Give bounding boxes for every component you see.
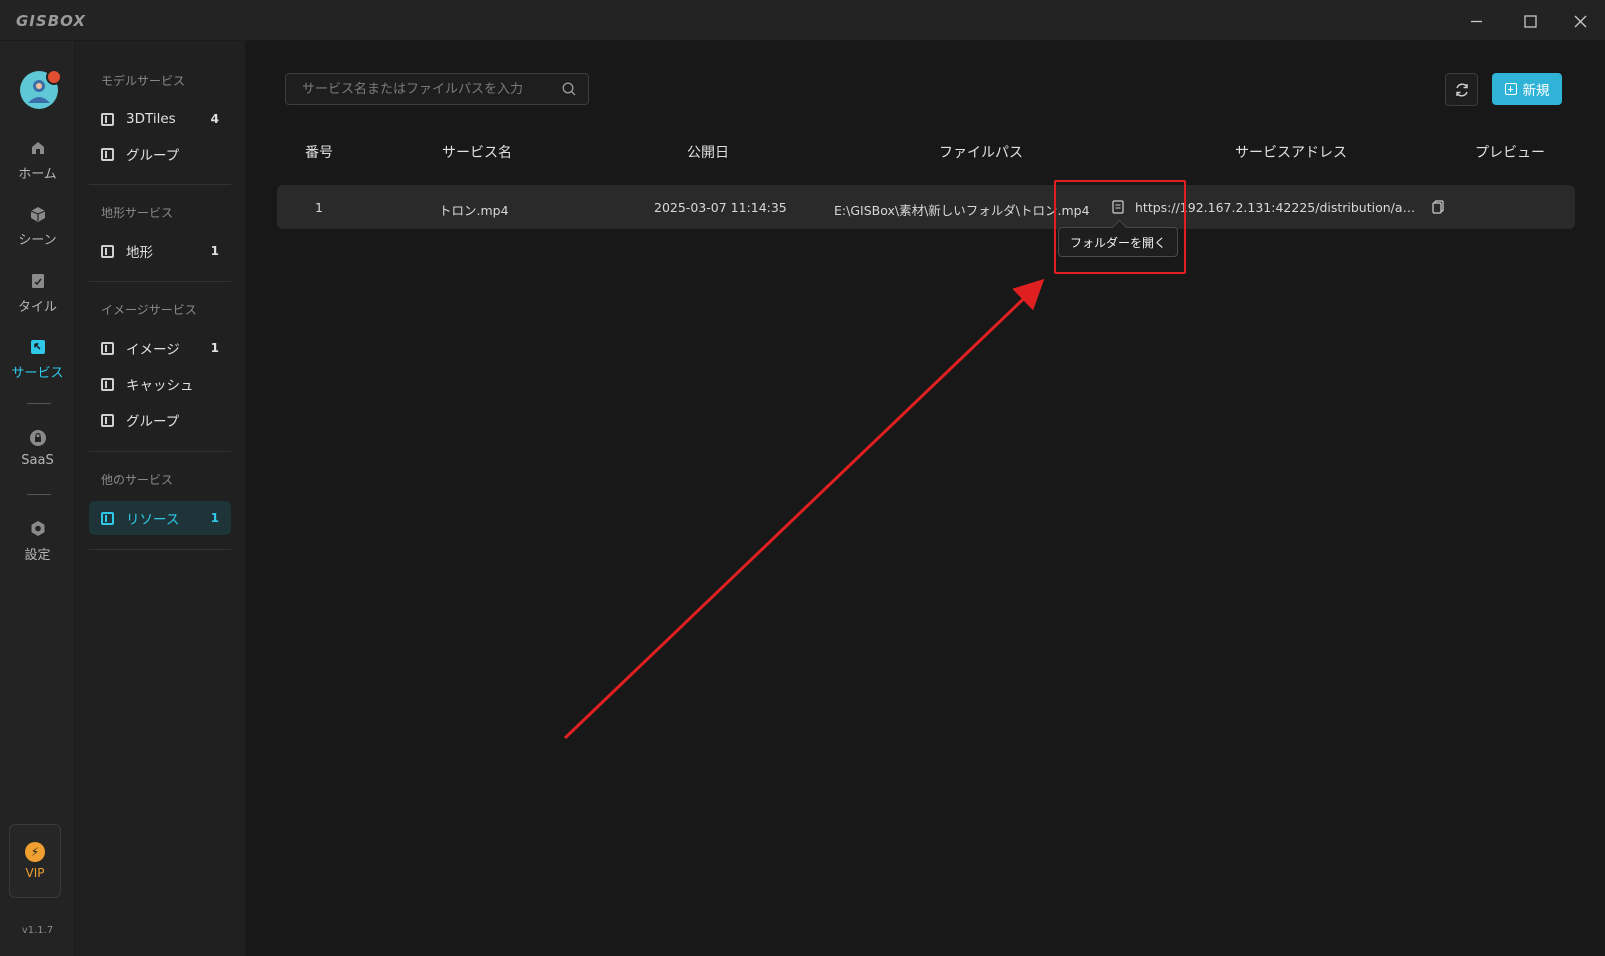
cube-icon — [30, 207, 45, 222]
home-icon — [31, 142, 44, 154]
service-sidebar: モデルサービス 3DTiles 4 グループ 地形サービス 地形 1 イメージサ… — [75, 41, 245, 956]
notification-badge[interactable] — [46, 69, 62, 85]
rail-item-tile[interactable]: タイル — [0, 272, 75, 328]
column-header-service-address: サービスアドレス — [1235, 145, 1347, 161]
rail-item-settings[interactable]: 設定 — [0, 520, 75, 576]
sidebar-item-model-group[interactable]: グループ — [89, 137, 231, 171]
column-header-number: 番号 — [305, 145, 333, 161]
sidebar-item-image-group[interactable]: グループ — [89, 403, 231, 437]
gear-icon — [31, 521, 44, 536]
refresh-button[interactable] — [1445, 73, 1478, 106]
title-bar: GISBOX — [0, 0, 1605, 41]
sidebar-divider — [89, 451, 231, 452]
section-title-model: モデルサービス — [101, 74, 186, 88]
rail-divider — [27, 494, 51, 495]
group-icon — [101, 147, 114, 161]
sidebar-divider — [89, 281, 231, 282]
icon-rail: ホーム シーン タイル サービス SaaS 設定 ⚡ VIP v1.1.7 — [0, 41, 75, 956]
new-button[interactable]: 新規 — [1492, 73, 1562, 105]
terrain-icon — [101, 244, 114, 258]
search-input[interactable] — [286, 74, 546, 104]
cell-date: 2025-03-07 11:14:35 — [654, 200, 787, 215]
column-header-date: 公開日 — [687, 145, 729, 161]
sidebar-item-resource[interactable]: リソース 1 — [89, 501, 231, 535]
tile-icon — [31, 274, 44, 288]
rail-item-saas[interactable]: SaaS — [0, 429, 75, 485]
version-label: v1.1.7 — [21, 925, 54, 936]
section-title-other: 他のサービス — [101, 473, 174, 487]
search-box — [285, 73, 589, 105]
tiles-icon — [101, 112, 114, 126]
app-logo: GISBOX — [16, 12, 86, 30]
section-title-terrain: 地形サービス — [101, 206, 174, 220]
image-icon — [101, 341, 114, 355]
minimize-icon[interactable] — [1463, 8, 1489, 34]
rail-item-scene[interactable]: シーン — [0, 205, 75, 261]
section-title-image: イメージサービス — [101, 303, 197, 317]
refresh-icon — [1455, 83, 1468, 96]
column-header-file-path: ファイルパス — [939, 145, 1023, 161]
close-icon[interactable] — [1567, 8, 1593, 34]
sidebar-item-cache[interactable]: キャッシュ — [89, 367, 231, 401]
cache-icon — [101, 377, 114, 391]
sidebar-item-image[interactable]: イメージ 1 — [89, 331, 231, 365]
cell-number: 1 — [315, 200, 323, 215]
copy-icon[interactable] — [1432, 200, 1444, 214]
lock-icon — [29, 430, 46, 446]
rail-item-service[interactable]: サービス — [0, 338, 75, 394]
column-header-preview: プレビュー — [1475, 145, 1545, 161]
sidebar-divider — [89, 549, 231, 550]
cell-file-path: E:\GISBox\素材\新しいフォルダ\トロン.mp4 — [834, 203, 1090, 218]
annotation-highlight-box — [1054, 180, 1186, 274]
column-header-service-name: サービス名 — [442, 145, 512, 161]
rail-divider — [27, 403, 51, 404]
vip-button[interactable]: ⚡ VIP — [9, 824, 61, 898]
service-icon — [30, 340, 45, 354]
rail-item-home[interactable]: ホーム — [0, 139, 75, 195]
plus-icon — [1504, 83, 1517, 95]
lightning-icon: ⚡ — [25, 842, 45, 862]
maximize-icon[interactable] — [1517, 8, 1543, 34]
resource-icon — [101, 511, 114, 525]
search-icon[interactable] — [562, 82, 576, 96]
cell-service-name: トロン.mp4 — [439, 203, 509, 218]
sidebar-divider — [89, 184, 231, 185]
sidebar-item-3dtiles[interactable]: 3DTiles 4 — [89, 102, 231, 136]
sidebar-item-terrain[interactable]: 地形 1 — [89, 234, 231, 268]
group-icon — [101, 413, 114, 427]
